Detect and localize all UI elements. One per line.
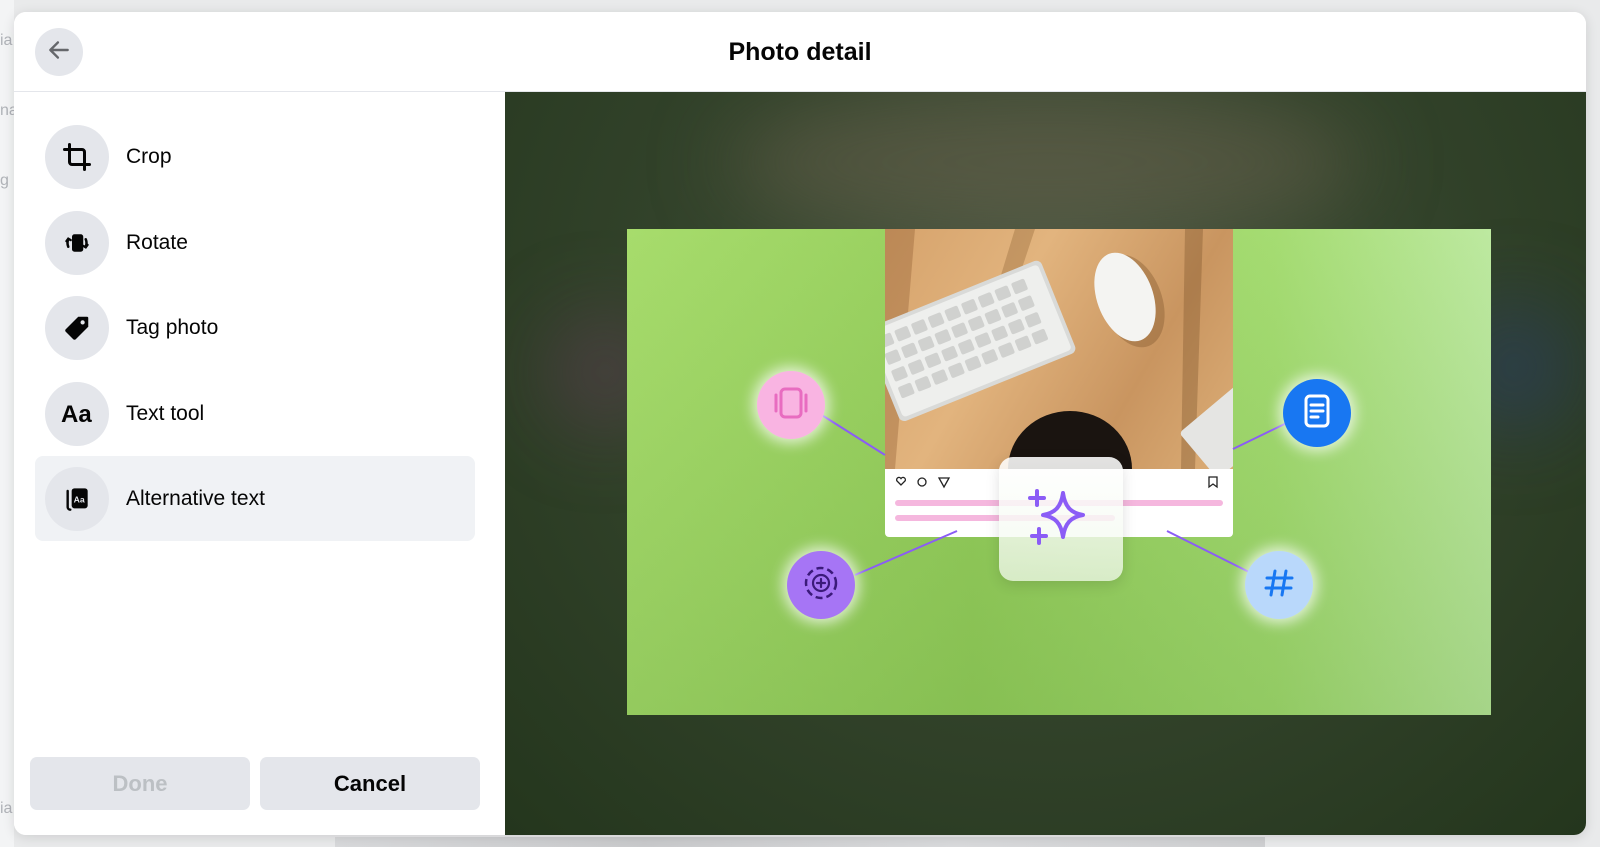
text-tool-icon: Aa [45, 381, 109, 446]
done-button[interactable]: Done [30, 757, 250, 810]
background-page [0, 0, 14, 847]
photo-preview [505, 92, 1586, 835]
alt-text-icon: Aa [45, 466, 109, 531]
tool-label: Tag photo [126, 315, 219, 339]
sparkle-tile [999, 457, 1123, 581]
add-bubble [787, 551, 855, 619]
blurred-backdrop [725, 92, 1365, 232]
tool-label: Text tool [126, 401, 205, 425]
tag-icon [45, 295, 109, 360]
tool-text[interactable]: Aa Text tool [35, 371, 475, 456]
tool-rotate[interactable]: Rotate [35, 200, 475, 285]
background-text-fragment: g [0, 172, 9, 189]
svg-text:Aa: Aa [74, 494, 85, 504]
dialog-header: Photo detail [14, 12, 1586, 92]
carousel-bubble [757, 371, 825, 439]
tool-crop[interactable]: Crop [35, 114, 475, 199]
background-text-fragment: ia [0, 800, 13, 817]
arrow-left-icon [46, 37, 72, 68]
photo-detail-dialog: Photo detail Crop Rotate Tag photo Aa Te… [14, 12, 1586, 835]
background-content-strip [335, 837, 1265, 847]
sparkle-icon [1025, 481, 1097, 558]
tool-label: Rotate [126, 230, 188, 254]
background-text-fragment: ia [0, 32, 13, 49]
add-circle-icon [799, 561, 843, 610]
cancel-button[interactable]: Cancel [260, 757, 480, 810]
tool-label: Crop [126, 144, 172, 168]
tool-alternative-text[interactable]: Aa Alternative text [35, 456, 475, 541]
tool-label: Alternative text [126, 486, 265, 510]
svg-text:Aa: Aa [61, 401, 92, 428]
tools-sidebar: Crop Rotate Tag photo Aa Text tool Aa Al… [14, 92, 505, 835]
photo-image [627, 229, 1491, 715]
hashtag-icon [1259, 563, 1299, 608]
document-icon [1297, 391, 1337, 436]
carousel-icon [769, 381, 813, 430]
tool-tag-photo[interactable]: Tag photo [35, 285, 475, 370]
crop-icon [45, 124, 109, 189]
back-button[interactable] [35, 28, 83, 76]
dialog-title: Photo detail [728, 37, 872, 66]
hashtag-bubble [1245, 551, 1313, 619]
rotate-icon [45, 210, 109, 275]
document-bubble [1283, 379, 1351, 447]
